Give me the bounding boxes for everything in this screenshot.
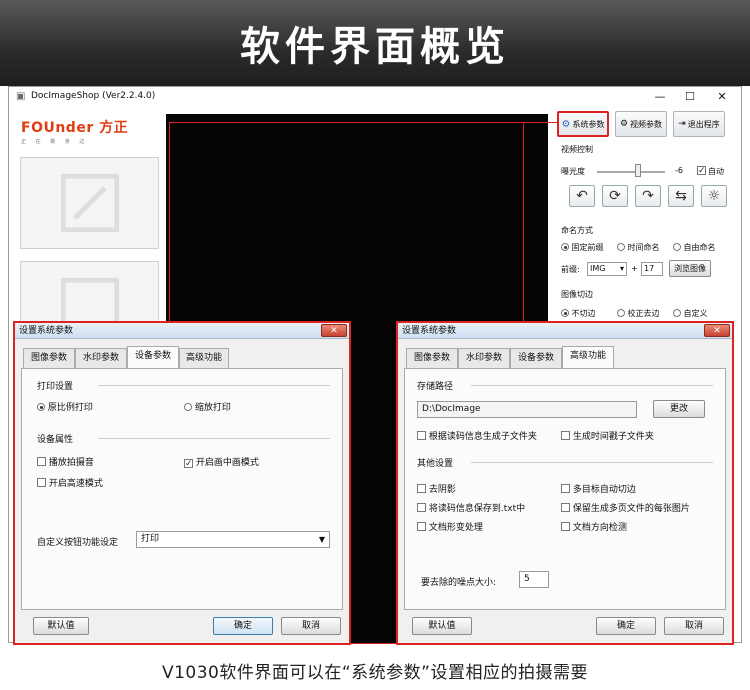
exposure-slider[interactable] [597,171,665,173]
noise-size-input[interactable]: 5 [519,571,549,588]
logo-subtext: 正 在 做 身 边 [21,139,89,145]
save-barcode-txt-checkbox[interactable]: 将读码信息保存到.txt中 [417,501,525,514]
device-properties-label: 设备属性 [37,435,74,445]
naming-free-option[interactable]: 自由命名 [673,242,716,253]
subfolder-by-barcode-checkbox[interactable]: 根据读码信息生成子文件夹 [417,429,537,442]
original-scale-print-option[interactable]: 原比例打印 [37,400,93,413]
cancel-button[interactable]: 取消 [664,617,724,635]
custom-button-label: 自定义按钮功能设定 [37,538,119,548]
refresh-icon[interactable]: ⟳ [602,185,628,207]
ok-button[interactable]: 确定 [213,617,273,635]
settings-dialog-device: 设置系统参数 ✕ 图像参数 水印参数 设备参数 高级功能 打印设置 原比例打印 … [13,321,351,645]
crop-correct-option[interactable]: 校正去边 [617,308,660,319]
timestamp-subfolder-checkbox[interactable]: 生成时间戳子文件夹 [561,429,654,442]
storage-path-label: 存储路径 [417,382,454,392]
naming-fixed-option[interactable]: 固定前缀 [561,242,604,253]
gear-icon: ⚙ [561,118,571,130]
exposure-slider-thumb[interactable] [635,164,641,177]
system-params-button[interactable]: ⚙ 系统参数 [557,111,609,137]
ok-button[interactable]: 确定 [596,617,656,635]
scaled-print-option[interactable]: 缩放打印 [184,400,231,413]
dialog-title: 设置系统参数 [15,323,349,339]
auto-exposure-checkbox[interactable]: ✓ [697,166,706,176]
crop-label: 图像切边 [561,290,593,299]
banner-title: 软件界面概览 [240,24,510,70]
device-tab-panel: 打印设置 原比例打印 缩放打印 设备属性 播放拍摄音 ✓ 开启画中画模式 开启高… [21,368,343,610]
document-deformation-checkbox[interactable]: 文档形变处理 [417,520,483,533]
tab-watermark-params[interactable]: 水印参数 [458,348,510,368]
tab-advanced[interactable]: 高级功能 [179,348,229,368]
counter-input[interactable]: 17 [641,262,663,276]
document-orientation-checkbox[interactable]: 文档方向检测 [561,520,627,533]
exit-button[interactable]: ⇥ 退出程序 [673,111,725,137]
switch-icon[interactable]: ⇆ [668,185,694,207]
other-settings-label: 其他设置 [417,459,454,469]
close-window-button[interactable]: ✕ [707,88,737,105]
settings-icon: ⚙ [619,119,629,129]
custom-button-select[interactable]: 打印 ▼ [136,531,330,548]
tab-watermark-params[interactable]: 水印参数 [75,348,127,368]
multi-target-crop-checkbox[interactable]: 多目标自动切边 [561,482,636,495]
tab-image-params[interactable]: 图像参数 [23,348,75,368]
tab-image-params[interactable]: 图像参数 [406,348,458,368]
brand-logo: FOUnder 方正 正 在 做 身 边 [21,117,161,147]
close-icon[interactable]: ✕ [321,324,347,337]
tab-device-params[interactable]: 设备参数 [127,346,179,369]
highlight-connector [524,122,557,123]
video-params-button[interactable]: ⚙ 视频参数 [615,111,667,137]
tab-advanced[interactable]: 高级功能 [562,346,614,369]
crop-none-option[interactable]: 不切边 [561,308,596,319]
close-icon[interactable]: ✕ [704,324,730,337]
crop-custom-option[interactable]: 自定义 [673,308,708,319]
image-placeholder-icon [61,174,119,232]
rotate-right-icon[interactable]: ↷ [635,185,661,207]
naming-time-option[interactable]: 时间命名 [617,242,660,253]
group-divider [471,462,713,463]
high-speed-mode-checkbox[interactable]: 开启高速模式 [37,476,103,489]
thumbnail-1[interactable] [20,157,159,249]
chevron-down-icon: ▼ [318,535,325,544]
page-caption: V1030软件界面可以在“系统参数”设置相应的拍摄需要 [161,663,588,683]
tab-device-params[interactable]: 设备参数 [510,348,562,368]
app-title: DocImageShop (Ver2.2.4.0) [31,91,156,101]
rotate-left-icon[interactable]: ↶ [569,185,595,207]
app-icon: ▣ [16,91,26,102]
exposure-label: 曝光度 [561,167,585,176]
remove-shadow-checkbox[interactable]: 去阴影 [417,482,456,495]
advanced-tab-panel: 存储路径 D:\DocImage 更改 根据读码信息生成子文件夹 生成时间戳子文… [404,368,726,610]
settings-dialog-advanced: 设置系统参数 ✕ 图像参数 水印参数 设备参数 高级功能 存储路径 D:\Doc… [396,321,734,645]
keep-multipage-images-checkbox[interactable]: 保留生成多页文件的每张图片 [561,501,690,514]
play-shutter-sound-checkbox[interactable]: 播放拍摄音 [37,455,94,468]
title-bar: ▣ DocImageShop (Ver2.2.4.0) — ☐ ✕ [9,87,741,107]
video-control-label: 视频控制 [561,145,593,154]
default-values-button[interactable]: 默认值 [33,617,89,635]
exposure-value: -6 [675,166,683,175]
auto-label: 自动 [708,167,724,176]
cancel-button[interactable]: 取消 [281,617,341,635]
plus-sign: + [631,264,638,273]
brightness-icon[interactable]: ☼ [701,185,727,207]
default-values-button[interactable]: 默认值 [412,617,472,635]
header-banner: 软件界面概览 [0,0,750,86]
storage-path-field[interactable]: D:\DocImage [417,401,637,418]
pip-mode-checkbox[interactable]: ✓ 开启画中画模式 [184,455,259,469]
logo-text: FOUnder 方正 [21,120,129,136]
minimize-button[interactable]: — [645,88,675,105]
group-divider [98,385,330,386]
prefix-select[interactable]: IMG ▾ [587,262,627,276]
prefix-label: 前缀: [561,265,580,274]
control-panel: ⚙ 系统参数 ⚙ 视频参数 ⇥ 退出程序 视频控制 曝光度 -6 ✓ 自动 ↶ … [555,109,739,339]
exit-icon: ⇥ [678,119,686,129]
print-settings-label: 打印设置 [37,382,74,392]
browse-images-button[interactable]: 浏览图像 [669,260,711,277]
noise-size-label: 要去除的噪点大小: [421,578,497,588]
maximize-button[interactable]: ☐ [675,88,705,105]
change-path-button[interactable]: 更改 [653,400,705,418]
dialog-title: 设置系统参数 [398,323,732,339]
group-divider [98,438,330,439]
naming-label: 命名方式 [561,226,593,235]
group-divider [471,385,713,386]
